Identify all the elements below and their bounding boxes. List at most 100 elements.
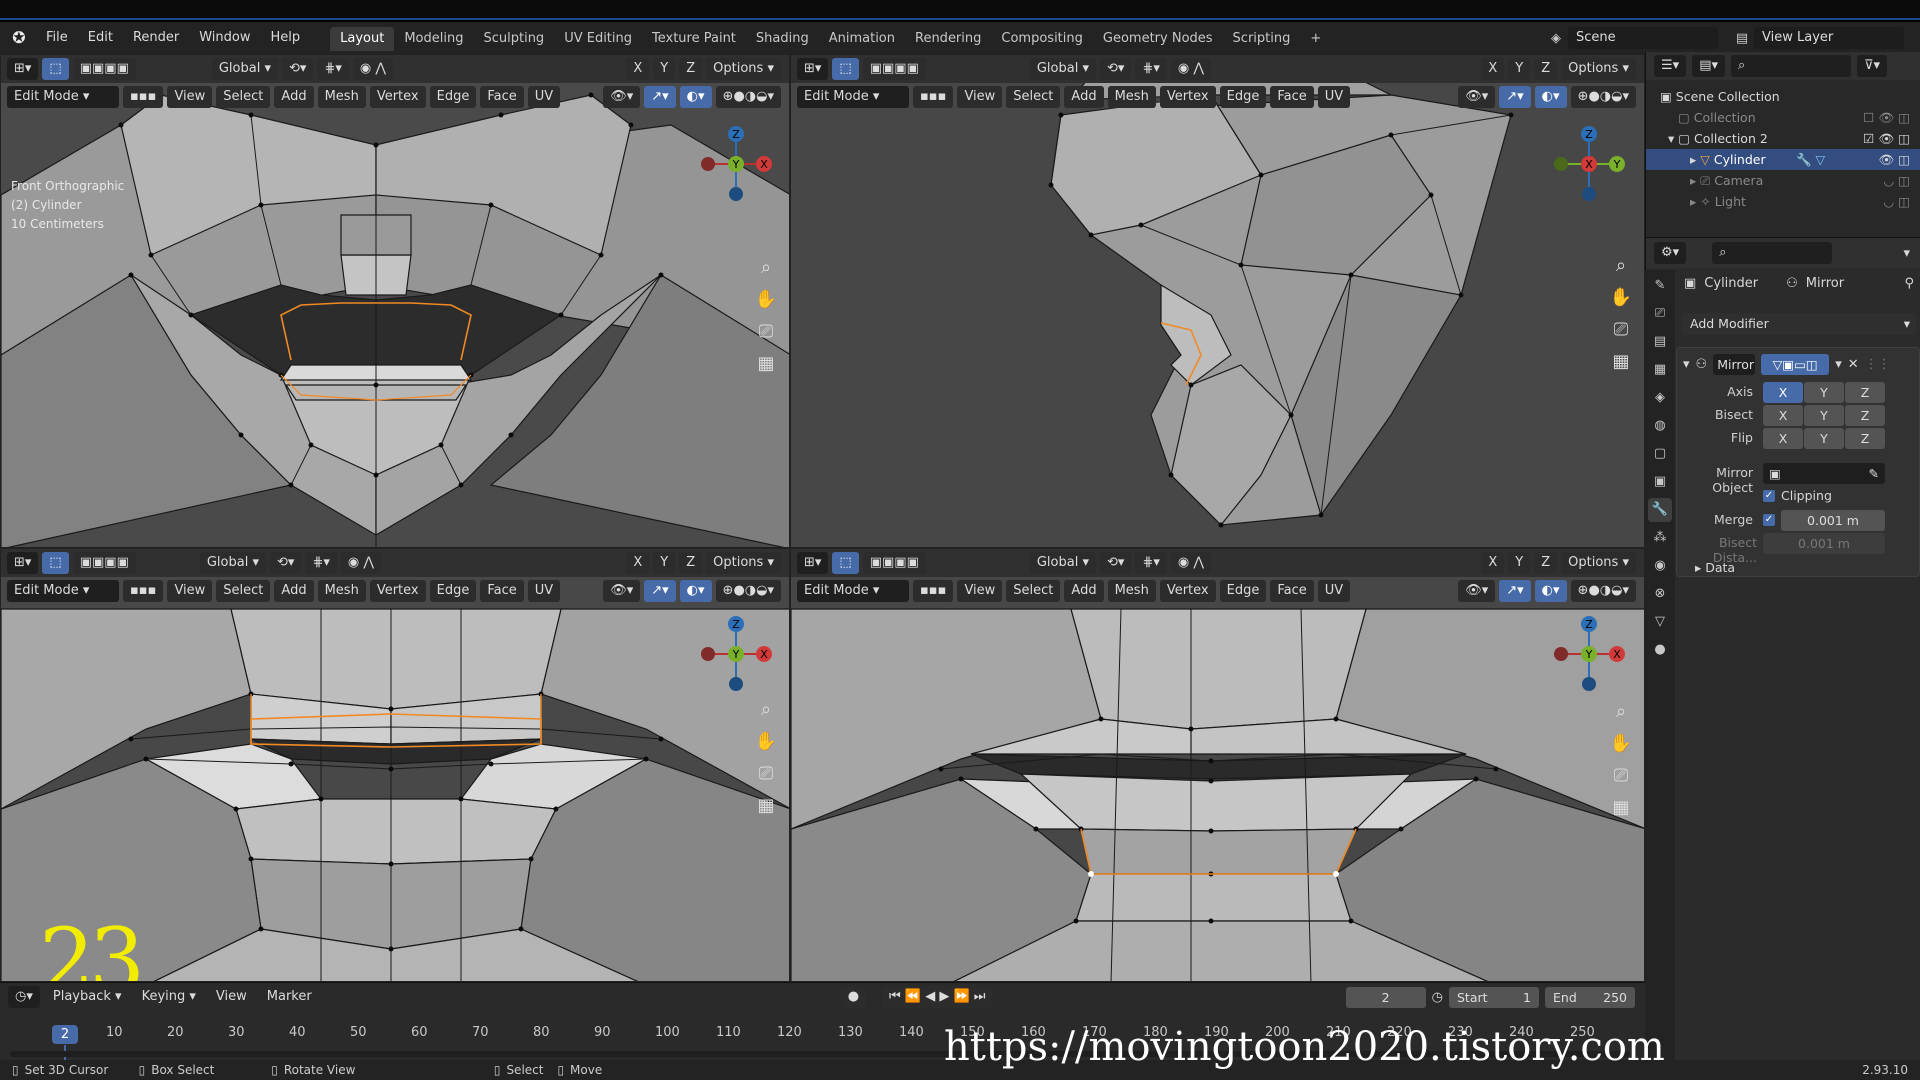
menu-view-3[interactable]: View bbox=[167, 580, 213, 602]
navigation-gizmo-4[interactable]: Z X Y bbox=[1549, 609, 1629, 699]
expand-camera-icon[interactable]: ▸ bbox=[1690, 173, 1700, 188]
overlay-toggle-icon-4[interactable]: ◐▾ bbox=[1534, 580, 1567, 602]
navigation-gizmo-2[interactable]: Z Y X bbox=[1549, 119, 1629, 209]
select-mode-vertex-edge-face-4[interactable]: ▪▪▪ bbox=[913, 580, 954, 602]
viewport-side[interactable]: ⊞▾ ⬚ ▣▣▣▣ Global ▾ ⟲▾ ⋕▾ ◉ ⋀ X Y Z Optio… bbox=[790, 54, 1645, 548]
select-tool-icon-4[interactable]: ⬚ bbox=[832, 552, 859, 574]
menu-edge-4[interactable]: Edge bbox=[1219, 580, 1267, 602]
menu-view-4[interactable]: View bbox=[957, 580, 1003, 602]
material-tab-icon[interactable]: ● bbox=[1648, 638, 1672, 662]
collapse-modifier-icon[interactable]: ▾ bbox=[1683, 357, 1690, 372]
physics-tab-icon[interactable]: ◉ bbox=[1648, 554, 1672, 578]
timeline-view-menu[interactable]: View bbox=[209, 986, 254, 1008]
navigation-gizmo-3[interactable]: Z X Y bbox=[696, 609, 776, 699]
object-tab-icon[interactable]: ▣ bbox=[1648, 470, 1672, 494]
axis-y-toggle-3[interactable]: Y bbox=[653, 552, 676, 574]
marker-menu[interactable]: Marker bbox=[260, 986, 319, 1008]
end-frame-input[interactable]: End 250 bbox=[1545, 986, 1635, 1008]
menu-help[interactable]: Help bbox=[261, 22, 311, 54]
menu-view-2[interactable]: View bbox=[957, 86, 1003, 108]
axis-x-toggle-4[interactable]: X bbox=[1481, 552, 1505, 574]
menu-render[interactable]: Render bbox=[123, 22, 189, 54]
menu-edit[interactable]: Edit bbox=[78, 22, 123, 54]
outliner-row-collection-2[interactable]: ▾ ▢ Collection 2 ☑ 👁 ◫ bbox=[1646, 128, 1920, 149]
transform-orientation-2[interactable]: Global ▾ bbox=[1029, 58, 1097, 80]
options-dropdown-2[interactable]: Options ▾ bbox=[1561, 58, 1636, 80]
outliner-row-collection[interactable]: ▢ Collection ☐ 👁 ◫ bbox=[1646, 107, 1920, 128]
menu-add-2[interactable]: Add bbox=[1064, 86, 1104, 108]
axis-y-toggle[interactable]: Y bbox=[1804, 382, 1844, 403]
proportional-icon[interactable]: ◉ ⋀ bbox=[352, 58, 393, 80]
tab-uv-editing[interactable]: UV Editing bbox=[554, 27, 642, 51]
bisect-x-toggle[interactable]: X bbox=[1763, 405, 1803, 426]
menu-uv-3[interactable]: UV bbox=[527, 580, 561, 602]
viewport-closeup-left[interactable]: ⊞▾ ⬚ ▣▣▣▣ Global ▾ ⟲▾ ⋕▾ ◉ ⋀ X Y Z Optio… bbox=[0, 548, 790, 982]
menu-face-3[interactable]: Face bbox=[480, 580, 524, 602]
pin-icon[interactable]: ⚲ bbox=[1904, 276, 1914, 291]
modifier-menu-chevron-icon[interactable]: ▾ bbox=[1835, 357, 1842, 372]
outliner-row-cylinder[interactable]: ▸ ▽ Cylinder 🔧 ▽ 👁 ◫ bbox=[1646, 149, 1920, 170]
playback-menu[interactable]: Playback ▾ bbox=[46, 986, 129, 1008]
axis-x-toggle-3[interactable]: X bbox=[626, 552, 650, 574]
view-layer-icon[interactable]: ▤ bbox=[1730, 31, 1754, 46]
axis-z-toggle-2[interactable]: Z bbox=[1534, 58, 1558, 80]
expand-light-icon[interactable]: ▸ bbox=[1690, 194, 1700, 209]
menu-edge-2[interactable]: Edge bbox=[1219, 86, 1267, 108]
outliner-editor-icon[interactable]: ☰▾ bbox=[1654, 55, 1687, 77]
snap-icon[interactable]: ⋕▾ bbox=[317, 58, 349, 80]
transform-orientation[interactable]: Global ▾ bbox=[211, 58, 279, 80]
pivot-icon-3[interactable]: ⟲▾ bbox=[270, 552, 302, 574]
menu-vertex[interactable]: Vertex bbox=[369, 86, 426, 108]
ortho-grid-icon-4[interactable]: ▦ bbox=[1606, 793, 1636, 823]
camera-view-icon-3[interactable]: ⎚ bbox=[751, 759, 781, 789]
shading-mode-icons-4[interactable]: ⊕●◑◒▾ bbox=[1570, 580, 1636, 602]
camera-view-icon[interactable]: ⎚ bbox=[751, 317, 781, 347]
data-subpanel[interactable]: ▸ Data bbox=[1695, 560, 1735, 575]
playback-controls[interactable]: ⏮ ⏪ ◀ ▶ ⏩ ⏭ bbox=[882, 986, 993, 1008]
axis-z-toggle[interactable]: Z bbox=[1845, 382, 1885, 403]
options-dropdown-4[interactable]: Options ▾ bbox=[1561, 552, 1636, 574]
scene-selector[interactable]: Scene bbox=[1568, 27, 1718, 49]
constraints-tab-icon[interactable]: ⊗ bbox=[1648, 582, 1672, 606]
tab-geometry-nodes[interactable]: Geometry Nodes bbox=[1093, 27, 1223, 51]
proportional-icon-4[interactable]: ◉ ⋀ bbox=[1170, 552, 1211, 574]
mirror-object-input[interactable]: ▣ ✎ bbox=[1763, 463, 1885, 484]
collection-2-visibility-icons[interactable]: ☑ 👁 ◫ bbox=[1863, 128, 1910, 149]
select-tool-icon-3[interactable]: ⬚ bbox=[42, 552, 69, 574]
tab-sculpting[interactable]: Sculpting bbox=[473, 27, 554, 51]
pivot-icon[interactable]: ⟲▾ bbox=[282, 58, 314, 80]
axis-x-toggle[interactable]: X bbox=[626, 58, 650, 80]
scene-tab-icon[interactable]: ◈ bbox=[1648, 386, 1672, 410]
pivot-icon-2[interactable]: ⟲▾ bbox=[1100, 58, 1132, 80]
snap-icon-3[interactable]: ⋕▾ bbox=[305, 552, 337, 574]
snap-icon-2[interactable]: ⋕▾ bbox=[1135, 58, 1167, 80]
tab-animation[interactable]: Animation bbox=[819, 27, 905, 51]
editor-type-icon[interactable]: ⊞▾ bbox=[7, 58, 39, 80]
proportional-icon-2[interactable]: ◉ ⋀ bbox=[1170, 58, 1211, 80]
properties-search-input[interactable]: ⌕ bbox=[1712, 242, 1833, 264]
modifier-wrench-icon[interactable]: 🔧 ▽ bbox=[1796, 149, 1825, 170]
tab-rendering[interactable]: Rendering bbox=[905, 27, 991, 51]
gizmo-toggle-icon-3[interactable]: ↗▾ bbox=[644, 580, 676, 602]
modifier-display-toggles[interactable]: ▽▣▭◫ bbox=[1761, 354, 1830, 375]
zoom-icon-4[interactable]: ⌕ bbox=[1606, 697, 1636, 727]
camera-visibility-icons[interactable]: ◡ ◫ bbox=[1883, 170, 1910, 191]
light-visibility-icons[interactable]: ◡ ◫ bbox=[1883, 191, 1910, 212]
expand-cylinder-icon[interactable]: ▸ bbox=[1690, 152, 1700, 167]
flip-y-toggle[interactable]: Y bbox=[1804, 428, 1844, 449]
particles-tab-icon[interactable]: ⁂ bbox=[1648, 526, 1672, 550]
flip-x-toggle[interactable]: X bbox=[1763, 428, 1803, 449]
playhead-frame[interactable]: 2 bbox=[52, 1025, 78, 1044]
collection-visibility-icons[interactable]: ☐ 👁 ◫ bbox=[1863, 107, 1910, 128]
expand-collection-2-icon[interactable]: ▾ ▢ bbox=[1668, 131, 1694, 146]
gizmo-toggle-icon[interactable]: ↗▾ bbox=[644, 86, 676, 108]
record-button[interactable]: ● bbox=[840, 986, 867, 1008]
tab-shading[interactable]: Shading bbox=[746, 27, 819, 51]
timeline-editor-icon[interactable]: ◷▾ bbox=[8, 986, 40, 1008]
shading-mode-icons[interactable]: ⊕●◑◒▾ bbox=[715, 86, 781, 108]
outliner-row-camera[interactable]: ▸ ⎚ Camera ◡ ◫ bbox=[1646, 170, 1920, 191]
preview-range-icon[interactable]: ◷ bbox=[1432, 990, 1443, 1005]
visibility-icon-3[interactable]: 👁▾ bbox=[603, 580, 641, 602]
scene-icon[interactable]: ◈ bbox=[1544, 31, 1568, 46]
merge-distance-input[interactable]: 0.001 m bbox=[1781, 510, 1885, 531]
